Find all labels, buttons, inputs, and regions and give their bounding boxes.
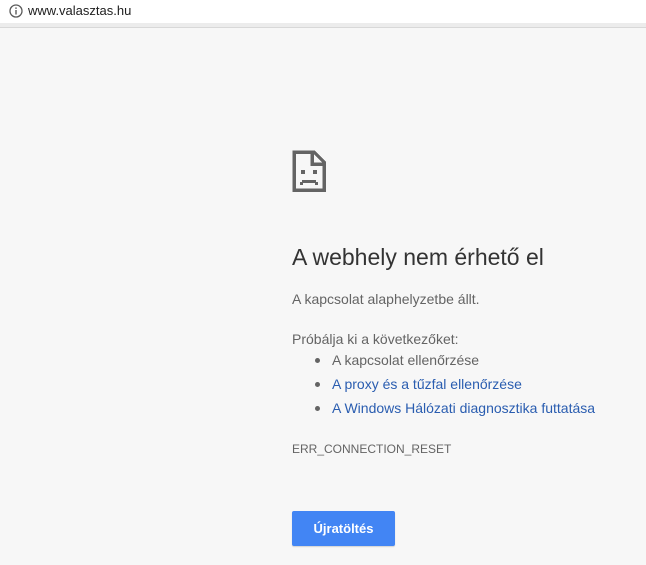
sad-document-icon bbox=[292, 150, 326, 192]
suggestions-list: A kapcsolat ellenőrzése A proxy és a tűz… bbox=[292, 351, 595, 423]
suggestions-heading: Próbálja ki a következőket: bbox=[292, 331, 459, 347]
error-message: A kapcsolat alaphelyzetbe állt. bbox=[292, 291, 480, 307]
error-title: A webhely nem érhető el bbox=[292, 244, 544, 270]
suggestion-windows-network-diagnostics-link[interactable]: A Windows Hálózati diagnosztika futtatás… bbox=[314, 399, 595, 423]
suggestion-check-connection: A kapcsolat ellenőrzése bbox=[314, 351, 595, 375]
reload-button[interactable]: Újratöltés bbox=[292, 511, 395, 546]
address-bar[interactable]: www.valasztas.hu bbox=[0, 0, 646, 28]
info-circle-icon[interactable] bbox=[9, 4, 23, 18]
error-code: ERR_CONNECTION_RESET bbox=[292, 442, 452, 456]
url-text[interactable]: www.valasztas.hu bbox=[28, 3, 131, 19]
suggestion-check-proxy-firewall-link[interactable]: A proxy és a tűzfal ellenőrzése bbox=[314, 375, 595, 399]
